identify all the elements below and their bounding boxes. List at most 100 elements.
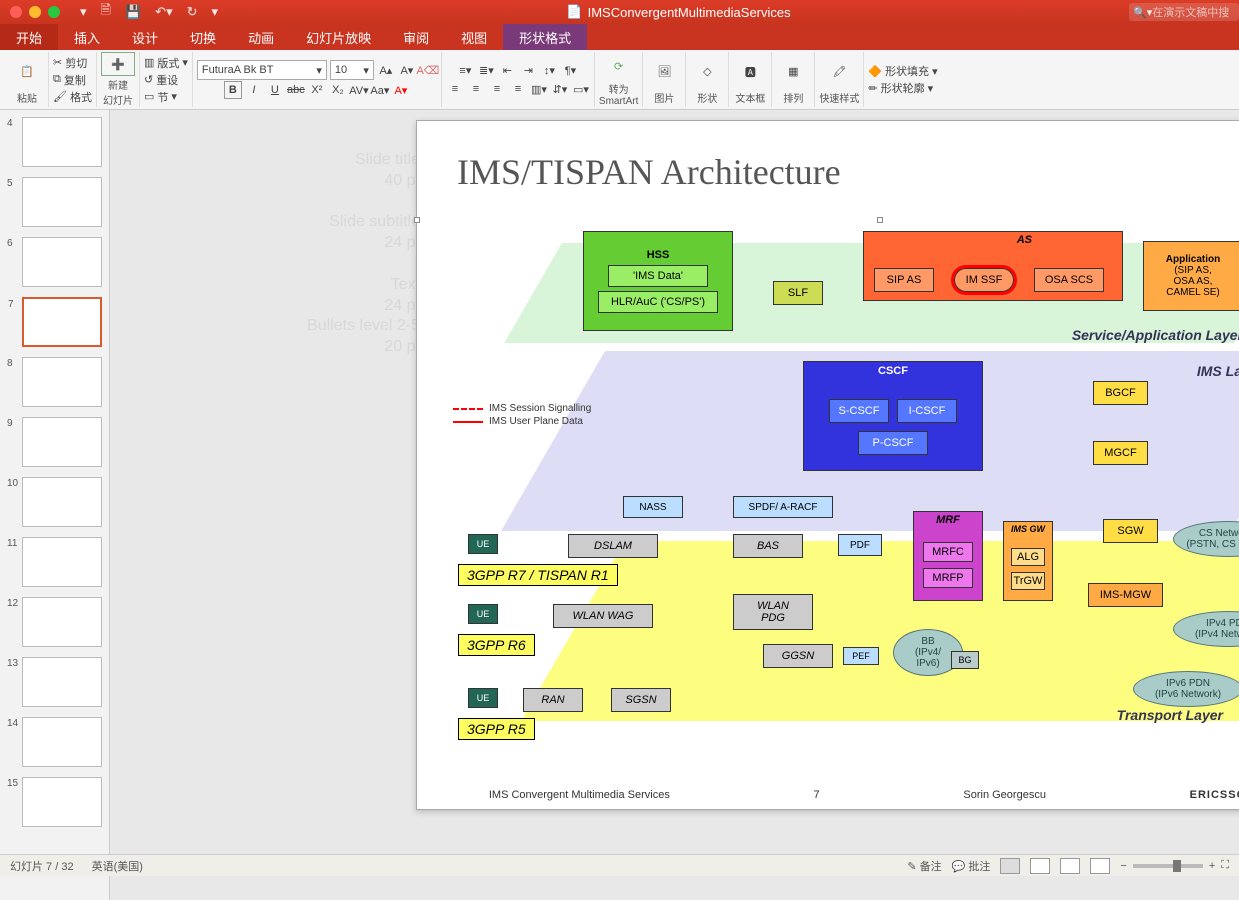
selection-handle[interactable] bbox=[414, 217, 420, 223]
layout-button[interactable]: ▥版式▾ bbox=[144, 55, 188, 71]
imssf-box[interactable]: IM SSF bbox=[954, 268, 1014, 292]
tab-design[interactable]: 设计 bbox=[116, 24, 174, 50]
selection-handle[interactable] bbox=[877, 217, 883, 223]
zoom-control[interactable]: − + ⛶ bbox=[1120, 859, 1229, 872]
thumbnail-14[interactable]: 14 bbox=[22, 717, 102, 767]
textdir-button[interactable]: ¶▾ bbox=[561, 61, 579, 79]
reset-button[interactable]: ↺重设 bbox=[144, 72, 178, 88]
arrange-icon[interactable]: ▦ bbox=[776, 55, 810, 89]
slide[interactable]: IMS/TISPAN Architecture Service/Applicat… bbox=[416, 120, 1239, 810]
thumbnail-5[interactable]: 5 bbox=[22, 177, 102, 227]
zoom-out-icon[interactable]: − bbox=[1120, 860, 1126, 872]
fit-button[interactable]: ⛶ bbox=[1221, 859, 1229, 872]
zoom-in-icon[interactable]: + bbox=[1209, 860, 1215, 872]
charspace-button[interactable]: AV▾ bbox=[350, 81, 368, 99]
slideshow-button[interactable] bbox=[1090, 858, 1110, 874]
copy-button[interactable]: ⧉复制 bbox=[53, 72, 86, 88]
tab-insert[interactable]: 插入 bbox=[58, 24, 116, 50]
cut-button[interactable]: ✂剪切 bbox=[53, 55, 87, 71]
shape-fill-button[interactable]: 🔶形状填充▾ bbox=[868, 63, 937, 79]
paste-icon[interactable]: 📋 bbox=[10, 55, 44, 89]
maximize-icon[interactable] bbox=[48, 6, 60, 18]
thumb-number: 7 bbox=[8, 299, 14, 310]
tab-transitions[interactable]: 切换 bbox=[174, 24, 232, 50]
outdent-button[interactable]: ⇤ bbox=[498, 61, 516, 79]
smartart-icon[interactable]: ⟳ bbox=[602, 52, 636, 80]
slide-canvas[interactable]: Slide title40 pt Slide subtitle24 pt Tex… bbox=[110, 110, 1239, 900]
minimize-icon[interactable] bbox=[29, 6, 41, 18]
align-text-button[interactable]: ⇵▾ bbox=[551, 80, 569, 98]
tab-animations[interactable]: 动画 bbox=[232, 24, 290, 50]
grow-font-icon[interactable]: A▴ bbox=[377, 61, 395, 79]
clear-format-icon[interactable]: A⌫ bbox=[419, 61, 437, 79]
thumbnail-11[interactable]: 11 bbox=[22, 537, 102, 587]
shape-outline-button[interactable]: ✏形状轮廓▾ bbox=[868, 80, 933, 96]
shape-icon[interactable]: ◇ bbox=[690, 55, 724, 89]
align-right-button[interactable]: ≡ bbox=[488, 80, 506, 98]
save2-icon[interactable]: 💾 bbox=[125, 4, 141, 20]
save-icon[interactable]: 🗎 bbox=[101, 1, 111, 23]
changecase-button[interactable]: Aa▾ bbox=[371, 81, 389, 99]
close-icon[interactable] bbox=[10, 6, 22, 18]
shrink-font-icon[interactable]: A▾ bbox=[398, 61, 416, 79]
tab-review[interactable]: 审阅 bbox=[387, 24, 445, 50]
italic-button[interactable]: I bbox=[245, 81, 263, 99]
justify-button[interactable]: ≡ bbox=[509, 80, 527, 98]
align-left-button[interactable]: ≡ bbox=[446, 80, 464, 98]
quickstyle-icon[interactable]: 🖍 bbox=[822, 55, 856, 89]
underline-button[interactable]: U bbox=[266, 81, 284, 99]
alg-box: ALG bbox=[1011, 548, 1045, 566]
slide-count[interactable]: 幻灯片 7 / 32 bbox=[10, 858, 74, 874]
textbox-icon[interactable]: 🅰 bbox=[733, 55, 767, 89]
language-status[interactable]: 英语(美国) bbox=[92, 858, 143, 874]
zoom-slider[interactable] bbox=[1133, 864, 1203, 868]
slide-title[interactable]: IMS/TISPAN Architecture bbox=[417, 121, 1239, 193]
new-slide-icon[interactable]: ➕ bbox=[101, 52, 135, 76]
notes-button[interactable]: ✎ 备注 bbox=[907, 858, 941, 874]
thumbnail-8[interactable]: 8 bbox=[22, 357, 102, 407]
thumbnail-13[interactable]: 13 bbox=[22, 657, 102, 707]
bold-button[interactable]: B bbox=[224, 81, 242, 99]
more-icon[interactable]: ▾ bbox=[212, 4, 219, 20]
indent-button[interactable]: ⇥ bbox=[519, 61, 537, 79]
format-painter-button[interactable]: 🖌格式 bbox=[53, 89, 92, 105]
tab-home[interactable]: 开始 bbox=[0, 24, 58, 50]
quick-access-toolbar: ▾ 🗎 💾 ↶▾ ↻ ▾ bbox=[70, 1, 228, 23]
numbering-button[interactable]: ≣▾ bbox=[477, 61, 495, 79]
bullets-button[interactable]: ≡▾ bbox=[456, 61, 474, 79]
subscript-button[interactable]: X₂ bbox=[329, 81, 347, 99]
sorter-view-button[interactable] bbox=[1030, 858, 1050, 874]
superscript-button[interactable]: X² bbox=[308, 81, 326, 99]
thumbnail-10[interactable]: 10 bbox=[22, 477, 102, 527]
linespace-button[interactable]: ↕▾ bbox=[540, 61, 558, 79]
columns-button[interactable]: ▥▾ bbox=[530, 80, 548, 98]
thumbnail-12[interactable]: 12 bbox=[22, 597, 102, 647]
thumbnail-4[interactable]: 4 bbox=[22, 117, 102, 167]
ue-box: UE bbox=[468, 688, 498, 708]
dropdown-icon[interactable]: ▾ bbox=[80, 4, 87, 20]
font-select[interactable]: FuturaA Bk BT▾ bbox=[197, 60, 327, 80]
thumbnail-15[interactable]: 15 bbox=[22, 777, 102, 827]
normal-view-button[interactable] bbox=[1000, 858, 1020, 874]
thumbnail-6[interactable]: 6 bbox=[22, 237, 102, 287]
picture-icon[interactable]: 🖼 bbox=[647, 55, 681, 89]
thumbnail-7[interactable]: 7 bbox=[22, 297, 102, 347]
tab-slideshow[interactable]: 幻灯片放映 bbox=[290, 24, 387, 50]
strike-button[interactable]: abc bbox=[287, 81, 305, 99]
comments-button[interactable]: 💬 批注 bbox=[952, 858, 991, 874]
fontcolor-button[interactable]: A▾ bbox=[392, 81, 410, 99]
reading-view-button[interactable] bbox=[1060, 858, 1080, 874]
tab-shape-format[interactable]: 形状格式 bbox=[503, 24, 587, 50]
tab-view[interactable]: 视图 bbox=[445, 24, 503, 50]
quickstyle: 🖍快速样式 bbox=[815, 52, 864, 107]
search-input[interactable]: 🔍▾ 在演示文稿中搜 bbox=[1129, 3, 1239, 21]
slide-thumbnails[interactable]: 4 5 6 7 8 9 10 11 12 13 14 15 bbox=[0, 110, 110, 900]
thumbnail-9[interactable]: 9 bbox=[22, 417, 102, 467]
zoom-thumb[interactable] bbox=[1173, 860, 1181, 872]
undo-icon[interactable]: ↶▾ bbox=[155, 4, 172, 20]
redo-icon[interactable]: ↻ bbox=[187, 4, 198, 20]
font-size-select[interactable]: 10▾ bbox=[330, 60, 374, 80]
align-center-button[interactable]: ≡ bbox=[467, 80, 485, 98]
overflow-button[interactable]: ▭▾ bbox=[572, 80, 590, 98]
section-button[interactable]: ▭节▾ bbox=[144, 89, 177, 105]
